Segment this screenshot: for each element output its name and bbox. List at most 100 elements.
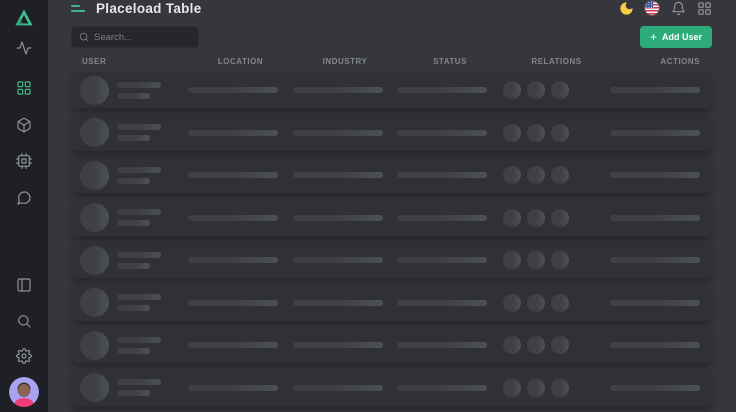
panels-icon — [16, 277, 32, 293]
relation-placeholder — [503, 336, 521, 354]
cell-industry — [293, 300, 397, 306]
text-placeholder — [117, 379, 161, 385]
search-box[interactable] — [71, 26, 199, 48]
sidebar-item-activity[interactable] — [8, 32, 40, 64]
text-placeholder — [610, 342, 700, 348]
text-placeholder — [117, 252, 161, 258]
cell-location — [188, 342, 293, 348]
text-placeholder — [397, 300, 487, 306]
cell-relations — [503, 379, 610, 397]
cell-location — [188, 300, 293, 306]
cell-location — [188, 172, 293, 178]
user-text-placeholders — [117, 124, 161, 141]
moon-icon — [619, 1, 634, 16]
column-header-industry: INDUSTRY — [293, 57, 397, 66]
relation-placeholder — [527, 166, 545, 184]
add-user-label: Add User — [662, 32, 702, 42]
cell-relations — [503, 81, 610, 99]
app-logo[interactable] — [8, 2, 40, 34]
cell-user — [80, 76, 188, 105]
relation-placeholder — [503, 251, 521, 269]
notifications-button[interactable] — [670, 0, 686, 16]
table-row-placeholder — [71, 285, 712, 321]
text-placeholder — [610, 385, 700, 391]
text-placeholder — [610, 172, 700, 178]
cell-status — [397, 300, 503, 306]
table-row-placeholder — [71, 242, 712, 278]
table-row-placeholder — [71, 327, 712, 363]
user-text-placeholders — [117, 209, 161, 226]
sidebar-item-settings[interactable] — [8, 340, 40, 372]
main-content: Placeload Table — [48, 0, 736, 412]
cell-industry — [293, 215, 397, 221]
text-placeholder — [610, 130, 700, 136]
text-placeholder — [117, 209, 161, 215]
table-row-placeholder — [71, 72, 712, 108]
cube-icon — [16, 117, 32, 133]
activity-icon — [16, 40, 32, 56]
cell-actions — [610, 300, 700, 306]
cell-industry — [293, 257, 397, 263]
sidebar-item-search[interactable] — [8, 305, 40, 337]
cell-relations — [503, 124, 610, 142]
cell-industry — [293, 342, 397, 348]
text-placeholder — [397, 257, 487, 263]
user-text-placeholders — [117, 294, 161, 311]
user-text-placeholders — [117, 337, 161, 354]
cell-location — [188, 215, 293, 221]
cell-location — [188, 385, 293, 391]
text-placeholder — [117, 82, 161, 88]
text-placeholder — [397, 385, 487, 391]
chat-bubble-icon — [16, 190, 32, 206]
user-text-placeholders — [117, 82, 161, 99]
cpu-icon — [16, 153, 32, 169]
menu-toggle-button[interactable] — [71, 1, 87, 15]
relation-placeholder — [551, 209, 569, 227]
relation-placeholder — [551, 166, 569, 184]
cell-status — [397, 172, 503, 178]
avatar-placeholder — [80, 246, 109, 275]
sidebar-item-dashboards[interactable] — [8, 72, 40, 104]
sidebar-item-messages[interactable] — [8, 182, 40, 214]
text-placeholder — [610, 300, 700, 306]
cell-actions — [610, 342, 700, 348]
sidebar-item-components[interactable] — [8, 109, 40, 141]
text-placeholder — [397, 342, 487, 348]
relation-placeholder — [551, 336, 569, 354]
language-flag-button[interactable] — [644, 0, 660, 16]
apps-grid-icon — [697, 1, 712, 16]
cell-user — [80, 331, 188, 360]
relation-placeholder — [503, 124, 521, 142]
text-placeholder — [117, 167, 161, 173]
relation-placeholder — [527, 379, 545, 397]
search-input[interactable] — [94, 32, 191, 43]
cell-relations — [503, 251, 610, 269]
cell-location — [188, 257, 293, 263]
text-placeholder — [293, 215, 383, 221]
table-row-placeholder — [71, 370, 712, 406]
avatar-placeholder — [80, 288, 109, 317]
user-text-placeholders — [117, 167, 161, 184]
relation-placeholder — [551, 81, 569, 99]
sidebar-item-panels[interactable] — [8, 269, 40, 301]
table-row-placeholder — [71, 200, 712, 236]
relation-placeholder — [503, 209, 521, 227]
column-header-status: STATUS — [397, 57, 503, 66]
column-header-actions: ACTIONS — [610, 57, 700, 66]
relation-placeholder — [527, 251, 545, 269]
cell-relations — [503, 294, 610, 312]
sidebar-item-elements[interactable] — [8, 145, 40, 177]
table-row-placeholder — [71, 157, 712, 193]
cell-user — [80, 161, 188, 190]
theme-toggle-button[interactable] — [618, 0, 634, 16]
avatar-placeholder — [80, 161, 109, 190]
table-toolbar: + Add User — [71, 26, 712, 48]
page-title: Placeload Table — [96, 1, 202, 16]
apps-button[interactable] — [696, 0, 712, 16]
relation-placeholder — [527, 81, 545, 99]
cell-user — [80, 373, 188, 402]
sidebar-profile-avatar[interactable] — [9, 377, 39, 407]
cell-location — [188, 130, 293, 136]
add-user-button[interactable]: + Add User — [640, 26, 712, 48]
sidebar — [0, 0, 48, 412]
